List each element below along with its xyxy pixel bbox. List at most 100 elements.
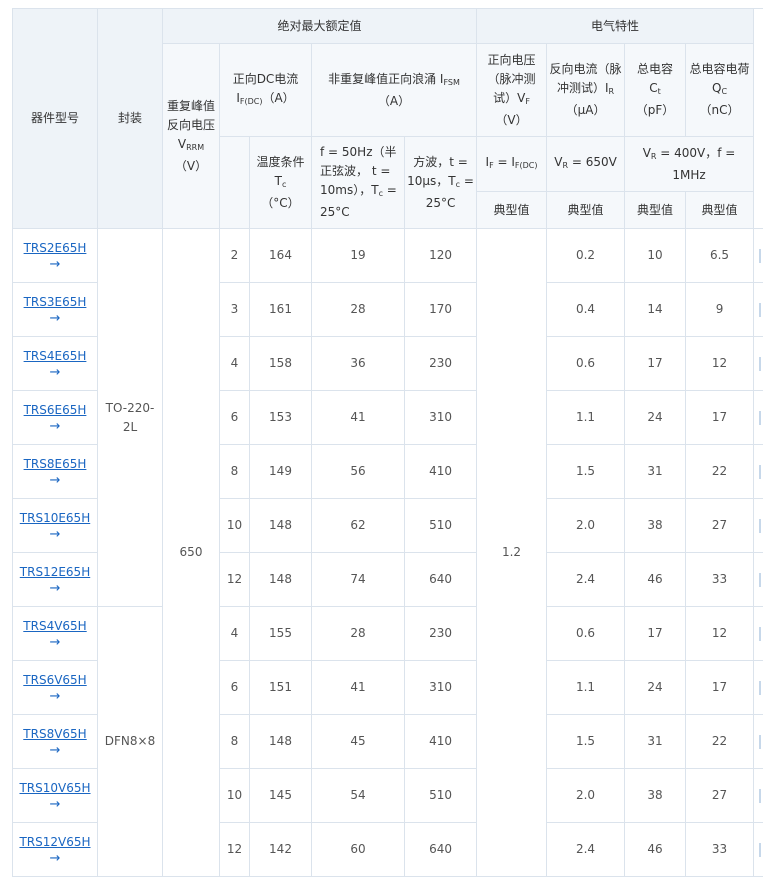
spec-table: 器件型号 封装 绝对最大额定值 电气特性 重复峰值反向电压 VRRM （V） 正…: [12, 8, 763, 877]
vrrm-cell: 650: [162, 228, 220, 877]
model-cell: TRS10E65H →: [12, 498, 98, 553]
typ-vf: 典型值: [476, 191, 548, 229]
header-surge-sine: f = 50Hz（半正弦波， t = 10ms），Tc = 25°C: [311, 136, 405, 229]
ifsm-square-cell: 230: [403, 606, 478, 661]
header-package: 封装: [97, 8, 163, 229]
ir-cell: 2.4: [546, 552, 626, 607]
ct-cell: 17: [624, 606, 687, 661]
qc-cell: 22: [685, 444, 755, 499]
arrow-right-icon[interactable]: →: [15, 581, 95, 597]
ct-cell: 46: [624, 552, 687, 607]
ir-cell: 0.6: [546, 606, 626, 661]
table-edge: [753, 390, 763, 445]
ifdc-cell: 6: [219, 660, 250, 715]
table-edge: [753, 282, 763, 337]
ifsm-square-cell: 310: [403, 660, 478, 715]
ir-cell: 2.0: [546, 768, 626, 823]
header-vf: 正向电压（脉冲测试）VF （V）: [476, 43, 548, 137]
qc-cell: 17: [685, 390, 755, 445]
arrow-right-icon[interactable]: →: [15, 797, 95, 813]
model-cell: TRS4E65H →: [12, 336, 98, 391]
temp-cell: 148: [249, 714, 312, 769]
header-ct: 总电容 Ct （pF）: [624, 43, 687, 137]
ct-cell: 14: [624, 282, 687, 337]
ifsm-square-cell: 170: [403, 282, 478, 337]
ct-cell: 31: [624, 714, 687, 769]
model-cell: TRS10V65H →: [12, 768, 98, 823]
model-link[interactable]: TRS10E65H: [15, 509, 95, 527]
package-cell: TO-220-2L: [97, 228, 163, 607]
header-qc: 总电容电荷QC （nC）: [685, 43, 755, 137]
model-cell: TRS2E65H →: [12, 228, 98, 283]
header-ifdc-blank: [219, 136, 250, 229]
ifsm-sine-cell: 62: [311, 498, 405, 553]
qc-cell: 12: [685, 336, 755, 391]
ifsm-square-cell: 510: [403, 768, 478, 823]
ct-cell: 24: [624, 390, 687, 445]
model-link[interactable]: TRS4E65H: [15, 347, 95, 365]
model-link[interactable]: TRS4V65H: [15, 617, 95, 635]
temp-cell: 155: [249, 606, 312, 661]
arrow-right-icon[interactable]: →: [15, 743, 95, 759]
table-edge: [753, 552, 763, 607]
model-link[interactable]: TRS2E65H: [15, 239, 95, 257]
header-temp: 温度条件Tc （°C）: [249, 136, 312, 229]
table-edge: [753, 228, 763, 283]
ifdc-cell: 12: [219, 822, 250, 877]
model-link[interactable]: TRS12V65H: [15, 833, 95, 851]
ct-cell: 17: [624, 336, 687, 391]
model-link[interactable]: TRS6V65H: [15, 671, 95, 689]
ifsm-square-cell: 410: [403, 444, 478, 499]
arrow-right-icon[interactable]: →: [15, 635, 95, 651]
typ-qc: 典型值: [685, 191, 755, 229]
arrow-right-icon[interactable]: →: [15, 365, 95, 381]
arrow-right-icon[interactable]: →: [15, 689, 95, 705]
model-cell: TRS6E65H →: [12, 390, 98, 445]
ir-cell: 1.5: [546, 714, 626, 769]
ir-cell: 1.1: [546, 660, 626, 715]
qc-cell: 12: [685, 606, 755, 661]
model-link[interactable]: TRS8E65H: [15, 455, 95, 473]
ct-cell: 38: [624, 768, 687, 823]
arrow-right-icon[interactable]: →: [15, 851, 95, 867]
model-link[interactable]: TRS6E65H: [15, 401, 95, 419]
ct-cell: 46: [624, 822, 687, 877]
ifsm-square-cell: 510: [403, 498, 478, 553]
temp-cell: 148: [249, 552, 312, 607]
header-electrical: 电气特性: [476, 8, 755, 44]
ifdc-cell: 4: [219, 606, 250, 661]
ifsm-square-cell: 640: [403, 822, 478, 877]
ifsm-square-cell: 640: [403, 552, 478, 607]
ifsm-sine-cell: 60: [311, 822, 405, 877]
qc-cell: 33: [685, 822, 755, 877]
table-edge: [753, 660, 763, 715]
qc-cell: 6.5: [685, 228, 755, 283]
arrow-right-icon[interactable]: →: [15, 257, 95, 273]
arrow-right-icon[interactable]: →: [15, 473, 95, 489]
header-vrrm: 重复峰值反向电压 VRRM （V）: [162, 43, 220, 229]
ir-cell: 0.2: [546, 228, 626, 283]
model-link[interactable]: TRS10V65H: [15, 779, 95, 797]
temp-cell: 153: [249, 390, 312, 445]
ct-cell: 10: [624, 228, 687, 283]
ifsm-sine-cell: 41: [311, 660, 405, 715]
ifsm-square-cell: 230: [403, 336, 478, 391]
model-link[interactable]: TRS3E65H: [15, 293, 95, 311]
temp-cell: 148: [249, 498, 312, 553]
header-ifsm: 非重复峰值正向浪涌 IFSM （A）: [310, 43, 478, 137]
model-link[interactable]: TRS12E65H: [15, 563, 95, 581]
ct-cell: 31: [624, 444, 687, 499]
temp-cell: 145: [249, 768, 312, 823]
temp-cell: 142: [249, 822, 312, 877]
arrow-right-icon[interactable]: →: [15, 527, 95, 543]
ifsm-sine-cell: 28: [311, 606, 405, 661]
arrow-right-icon[interactable]: →: [15, 311, 95, 327]
ir-cell: 2.4: [546, 822, 626, 877]
model-link[interactable]: TRS8V65H: [15, 725, 95, 743]
ir-cell: 0.4: [546, 282, 626, 337]
qc-cell: 33: [685, 552, 755, 607]
table-row: TRS4V65H → DFN8×8 4 155 28 230 0.6 17 12: [12, 606, 763, 877]
model-cell: TRS12E65H →: [12, 552, 98, 607]
arrow-right-icon[interactable]: →: [15, 419, 95, 435]
ifdc-cell: 6: [219, 390, 250, 445]
